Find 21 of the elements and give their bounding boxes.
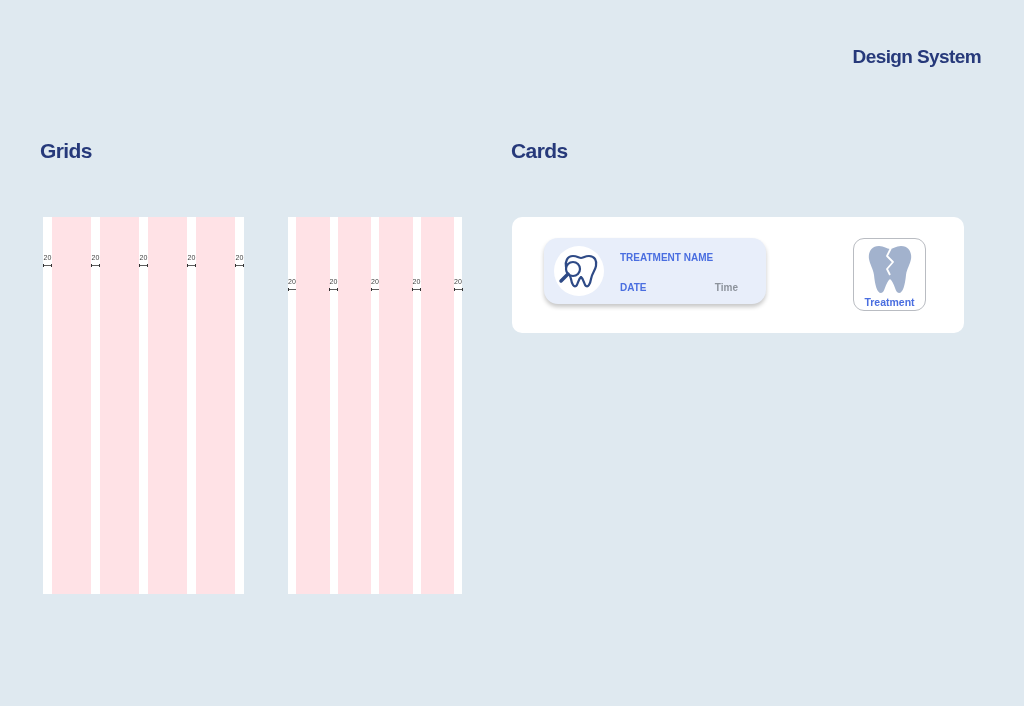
measure-arrow-icon [139,264,148,267]
measure-arrow-icon [329,288,338,291]
measure-arrow-icon [453,288,463,291]
tile-label: Treatment [864,296,915,308]
treatment-time: Time [714,281,738,295]
measure-arrow-icon [370,288,380,291]
treatment-name: TREATMENT NAME [620,251,715,265]
section-title: Grids [40,139,93,163]
treatment-tile[interactable]: Treatment [853,238,926,311]
tooth-magnifier-icon [554,246,604,296]
treatment-date: DATE [620,281,647,295]
page-title: Design System [852,45,981,69]
measure-arrow-icon [187,264,196,267]
section-title: Cards [511,139,569,163]
measure-arrow-icon [412,288,421,291]
measure-arrow-icon [91,264,100,267]
measure-arrow-icon [235,264,244,267]
measure-arrow-icon [43,264,52,267]
measure-arrow-icon [287,288,297,291]
treatment-card[interactable]: TREATMENT NAME DATE Time [544,238,766,304]
broken-tooth-icon [867,245,912,294]
